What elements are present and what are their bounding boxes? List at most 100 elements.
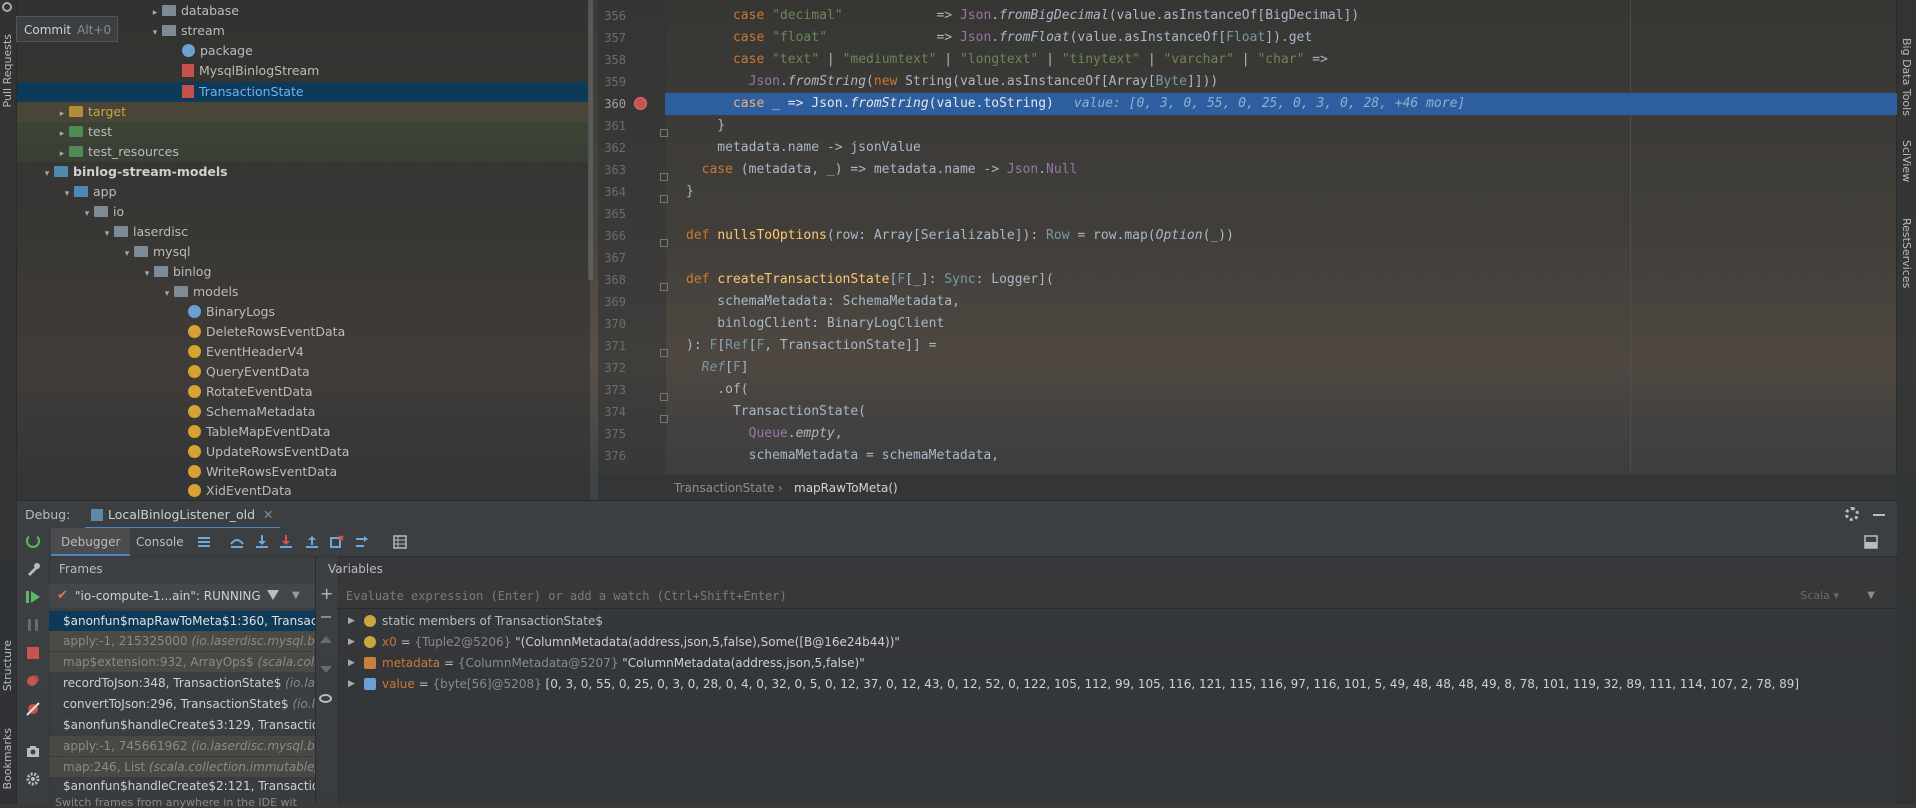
variable-row-x0[interactable]: ▶ x0 = {Tuple2@5206} "(ColumnMetadata(ad… xyxy=(338,632,1897,652)
tree-item-binlog[interactable]: ▾ binlog xyxy=(140,262,212,282)
add-watch-icon[interactable]: + xyxy=(320,586,333,602)
close-icon[interactable]: ✕ xyxy=(263,507,273,522)
step-out-icon[interactable] xyxy=(305,535,319,549)
tree-item-target[interactable]: ▸ target xyxy=(17,102,588,122)
tree-item-queryeventdata[interactable]: QueryEventData xyxy=(188,362,310,382)
project-tree-scrollbar[interactable] xyxy=(588,0,593,280)
filter-icon[interactable] xyxy=(267,590,279,600)
evaluate-expression-field[interactable]: Evaluate expression (Enter) or add a wat… xyxy=(338,584,1897,609)
bookmarks-tab[interactable]: Bookmarks xyxy=(1,728,14,789)
tree-item-binarylogs[interactable]: BinaryLogs xyxy=(188,302,275,322)
code-line-356[interactable]: case "decimal" => Json.fromBigDecimal(va… xyxy=(686,5,1359,27)
stack-frame[interactable]: convertToJson:296, TransactionState$ (io… xyxy=(49,694,315,714)
language-selector[interactable]: Scala ▾ xyxy=(1800,584,1839,608)
tree-item-eventheaderv4[interactable]: EventHeaderV4 xyxy=(188,342,304,362)
step-over-icon[interactable] xyxy=(230,535,244,549)
stack-frame[interactable]: apply:-1, 215325000 (io.laserdisc.mysql.… xyxy=(49,631,315,651)
eye-icon[interactable] xyxy=(319,694,332,703)
drop-frame-icon[interactable] xyxy=(330,535,344,549)
stack-frame[interactable]: map$extension:932, ArrayOps$ (scala.coll… xyxy=(49,652,315,672)
big-data-tools-tab[interactable]: Big Data Tools xyxy=(1900,38,1913,116)
stack-frame[interactable]: apply:-1, 745661962 (io.laserdisc.mysql.… xyxy=(49,736,315,756)
run-to-cursor-icon[interactable] xyxy=(355,535,369,549)
breadcrumb-method[interactable]: mapRawToMeta() xyxy=(794,475,898,501)
code-line-364[interactable]: } xyxy=(686,181,694,203)
code-line-362[interactable]: metadata.name -> jsonValue xyxy=(686,137,921,159)
tree-item-test-resources[interactable]: ▸ test_resources xyxy=(17,142,588,162)
tree-item-xideventdata[interactable]: XidEventData xyxy=(188,481,292,501)
expand-arrow-icon[interactable]: ▶ xyxy=(348,611,355,631)
code-line-363[interactable]: case (metadata, _) => metadata.name -> J… xyxy=(686,159,1078,181)
tree-item-rotateeventdata[interactable]: RotateEventData xyxy=(188,382,313,402)
fold-marker-icon[interactable] xyxy=(660,239,668,247)
variable-row-value[interactable]: ▶ value = {byte[56]@5208} [0, 3, 0, 55, … xyxy=(338,674,1897,694)
remove-watch-icon[interactable] xyxy=(321,616,331,618)
code-line-359[interactable]: Json.fromString(new String(value.asInsta… xyxy=(686,71,1219,93)
code-line-370[interactable]: binlogClient: BinaryLogClient xyxy=(686,313,944,335)
rerun-icon[interactable] xyxy=(26,534,40,548)
fold-marker-icon[interactable] xyxy=(660,195,668,203)
fold-marker-icon[interactable] xyxy=(660,415,668,423)
rest-services-tab[interactable]: RestServices xyxy=(1900,218,1913,288)
move-down-icon[interactable] xyxy=(320,666,332,673)
tree-item-models[interactable]: ▾ models xyxy=(160,282,239,302)
tree-item-deleterowseventdata[interactable]: DeleteRowsEventData xyxy=(188,322,345,342)
settings-icon[interactable] xyxy=(26,772,40,786)
expand-arrow-icon[interactable]: ▶ xyxy=(348,674,355,694)
tree-item-stream[interactable]: ▾ stream xyxy=(148,21,225,41)
force-step-into-icon[interactable] xyxy=(279,535,293,549)
stack-frame[interactable]: $anonfun$mapRawToMeta$1:360, Transact xyxy=(49,611,315,631)
fold-marker-icon[interactable] xyxy=(660,173,668,181)
tree-item-io[interactable]: ▾ io xyxy=(80,202,124,222)
chevron-down-icon[interactable]: ▼ xyxy=(292,584,300,608)
fold-marker-icon[interactable] xyxy=(660,393,668,401)
pause-program-icon[interactable] xyxy=(26,618,40,632)
code-line-366[interactable]: def nullsToOptions(row: Array[Serializab… xyxy=(686,225,1234,247)
tree-item-database[interactable]: ▸ database xyxy=(148,1,239,21)
modify-run-config-icon[interactable] xyxy=(26,562,40,576)
gear-icon[interactable] xyxy=(1845,507,1859,521)
tree-item-schemametadata[interactable]: SchemaMetadata xyxy=(188,402,315,422)
stack-frame[interactable]: $anonfun$handleCreate$2:121, Transaction xyxy=(49,778,315,794)
history-dropdown-icon[interactable]: ▼ xyxy=(1867,584,1875,608)
stop-icon[interactable] xyxy=(26,646,40,660)
code-line-360[interactable]: case _ => Json.fromString(value.toString… xyxy=(686,93,1465,115)
debug-session-tab[interactable]: LocalBinlogListener_old ✕ xyxy=(85,501,280,529)
code-line-358[interactable]: case "text" | "mediumtext" | "longtext" … xyxy=(686,49,1328,71)
tab-debugger[interactable]: Debugger xyxy=(51,528,131,556)
variable-row-metadata[interactable]: ▶ metadata = {ColumnMetadata@5207} "Colu… xyxy=(338,653,1897,673)
code-line-376[interactable]: schemaMetadata = schemaMetadata, xyxy=(686,445,999,467)
code-line-374[interactable]: TransactionState( xyxy=(686,401,866,423)
camera-icon[interactable] xyxy=(26,744,40,758)
breadcrumb-class[interactable]: TransactionState xyxy=(674,475,774,501)
sciview-tab[interactable]: SciView xyxy=(1900,140,1913,182)
tree-item-package[interactable]: package xyxy=(168,41,253,61)
tree-item-mysqlbinlogstream[interactable]: MysqlBinlogStream xyxy=(168,61,319,81)
tree-item-test[interactable]: ▸ test xyxy=(17,122,588,142)
menu-icon[interactable] xyxy=(197,535,211,549)
code-line-361[interactable]: } xyxy=(686,115,725,137)
code-line-357[interactable]: case "float" => Json.fromFloat(value.asI… xyxy=(686,27,1312,49)
pull-requests-tab[interactable]: Pull Requests xyxy=(1,34,14,107)
tree-item-mysql[interactable]: ▾ mysql xyxy=(120,242,191,262)
tree-item-writerowseventdata[interactable]: WriteRowsEventData xyxy=(188,462,337,482)
tab-console[interactable]: Console xyxy=(126,528,194,556)
tree-item-transactionstate[interactable]: TransactionState xyxy=(17,82,588,102)
code-line-375[interactable]: Queue.empty, xyxy=(686,423,843,445)
fold-marker-icon[interactable] xyxy=(660,129,668,137)
variable-row-static[interactable]: ▶ static members of TransactionState$ xyxy=(338,611,1897,631)
view-breakpoints-icon[interactable] xyxy=(26,674,40,688)
move-up-icon[interactable] xyxy=(320,636,332,643)
layout-icon[interactable] xyxy=(1864,535,1878,549)
code-line-368[interactable]: def createTransactionState[F[_]: Sync: L… xyxy=(686,269,1054,291)
code-line-372[interactable]: Ref[F] xyxy=(686,357,749,379)
stack-frame[interactable]: $anonfun$handleCreate$3:129, Transaction xyxy=(49,715,315,735)
code-line-373[interactable]: .of( xyxy=(686,379,748,401)
evaluate-expression-icon[interactable] xyxy=(393,535,407,549)
evaluate-expression-input[interactable]: Evaluate expression (Enter) or add a wat… xyxy=(346,584,787,608)
fold-marker-icon[interactable] xyxy=(660,283,668,291)
stack-frame[interactable]: recordToJson:348, TransactionState$ (io.… xyxy=(49,673,315,693)
breakpoint-icon[interactable] xyxy=(634,97,647,110)
tree-item-updaterowseventdata[interactable]: UpdateRowsEventData xyxy=(188,442,349,462)
step-into-icon[interactable] xyxy=(255,535,269,549)
